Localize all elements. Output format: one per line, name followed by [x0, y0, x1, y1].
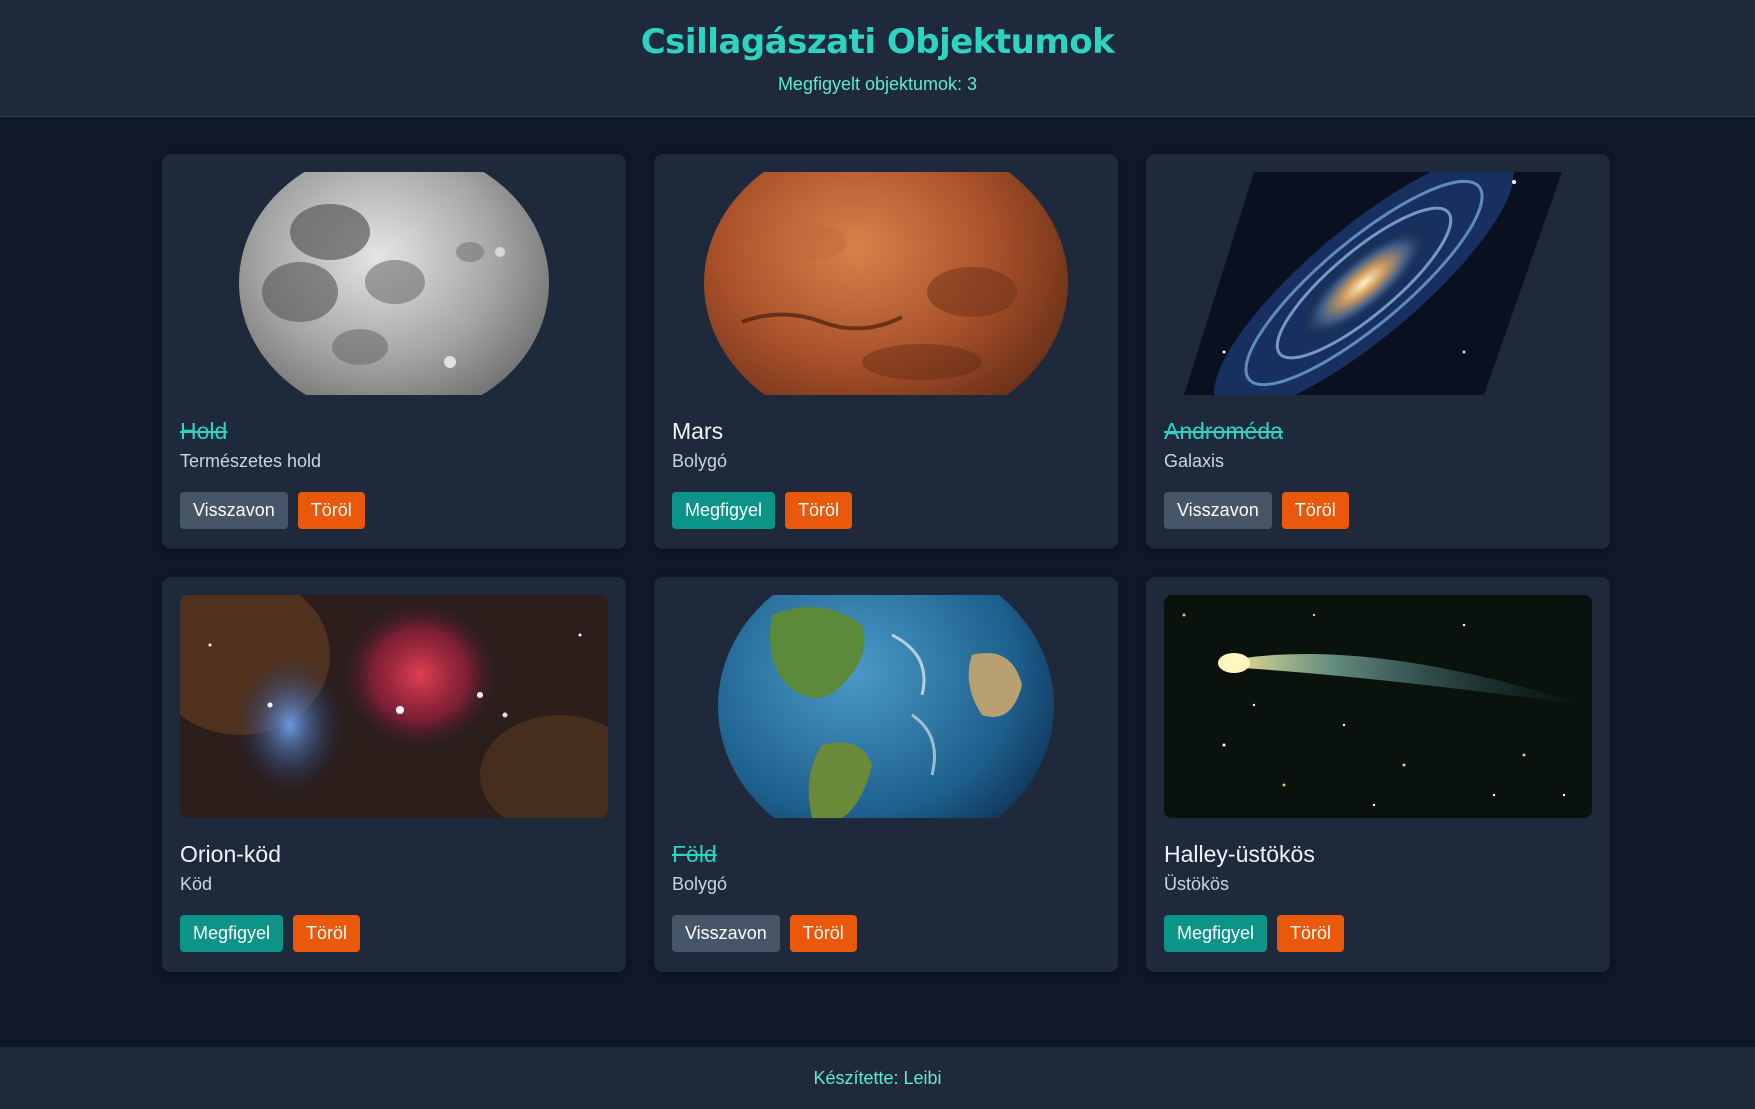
observe-button[interactable]: Megfigyel: [180, 915, 284, 952]
object-card: Halley-üstökös Üstökös Megfigyel Töröl: [1146, 577, 1610, 972]
object-type: Természetes hold: [180, 451, 322, 471]
undo-button[interactable]: Visszavon: [1164, 492, 1272, 529]
card-actions: Visszavon Töröl: [1164, 492, 1592, 529]
object-name: Föld: [672, 841, 717, 867]
object-type: Bolygó: [672, 451, 728, 471]
card-actions: Visszavon Töröl: [180, 492, 608, 529]
page-title: Csillagászati Objektumok: [640, 22, 1115, 62]
card-actions: Visszavon Töröl: [672, 915, 1100, 952]
undo-button[interactable]: Visszavon: [180, 492, 288, 529]
object-image-mars: [672, 172, 1100, 395]
object-image-earth: [672, 595, 1100, 818]
object-name: Halley-üstökös: [1164, 841, 1315, 867]
object-name: Orion-köd: [180, 841, 281, 867]
delete-button[interactable]: Töröl: [789, 915, 857, 952]
delete-button[interactable]: Töröl: [1277, 915, 1345, 952]
object-image-nebula: [180, 595, 608, 818]
object-name: Androméda: [1164, 418, 1283, 444]
observe-button[interactable]: Megfigyel: [672, 492, 776, 529]
page-header: Csillagászati Objektumok Megfigyelt obje…: [0, 0, 1755, 117]
delete-button[interactable]: Töröl: [293, 915, 361, 952]
object-type: Bolygó: [672, 874, 728, 894]
object-card: Orion-köd Köd Megfigyel Töröl: [162, 577, 626, 972]
object-type: Köd: [180, 874, 213, 894]
object-image-galaxy: [1164, 172, 1592, 395]
footer-credit: Készítette: Leibi: [813, 1068, 942, 1088]
card-actions: Megfigyel Töröl: [672, 492, 1100, 529]
object-type: Üstökös: [1164, 874, 1230, 894]
observed-counter: Megfigyelt objektumok: 3: [777, 74, 978, 94]
card-actions: Megfigyel Töröl: [1164, 915, 1592, 952]
object-card: Androméda Galaxis Visszavon Töröl: [1146, 154, 1610, 549]
delete-button[interactable]: Töröl: [785, 492, 853, 529]
observe-button[interactable]: Megfigyel: [1164, 915, 1268, 952]
page-footer: Készítette: Leibi: [0, 1047, 1755, 1109]
object-image-moon: [180, 172, 608, 395]
object-card: Mars Bolygó Megfigyel Töröl: [654, 154, 1118, 549]
object-name: Mars: [672, 418, 724, 444]
delete-button[interactable]: Töröl: [297, 492, 365, 529]
object-name: Hold: [180, 418, 228, 444]
object-card: Föld Bolygó Visszavon Töröl: [654, 577, 1118, 972]
object-type: Galaxis: [1164, 451, 1225, 471]
undo-button[interactable]: Visszavon: [672, 915, 780, 952]
object-grid: Hold Természetes hold Visszavon Töröl Ma…: [162, 154, 1610, 972]
object-card: Hold Természetes hold Visszavon Töröl: [162, 154, 626, 549]
object-image-comet: [1164, 595, 1592, 818]
delete-button[interactable]: Töröl: [1281, 492, 1349, 529]
card-actions: Megfigyel Töröl: [180, 915, 608, 952]
